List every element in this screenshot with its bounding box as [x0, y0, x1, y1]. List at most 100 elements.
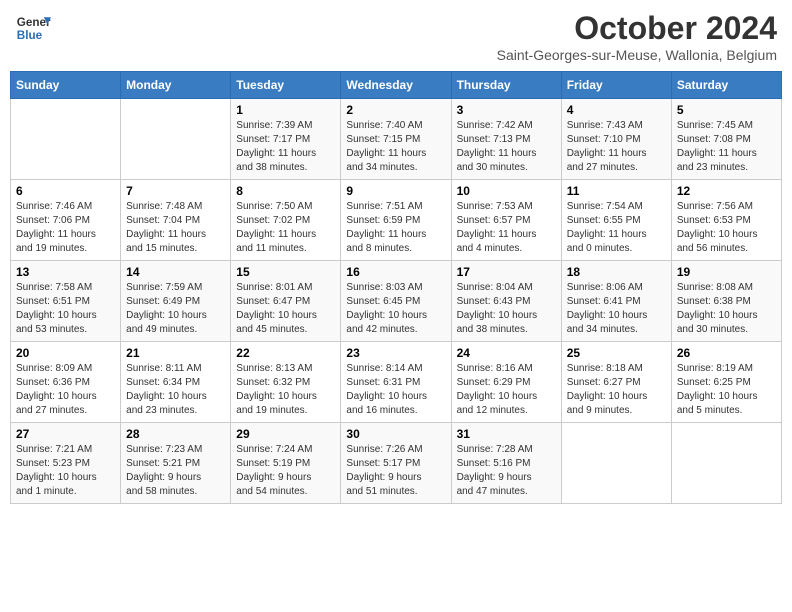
calendar-cell: 3 Sunrise: 7:42 AMSunset: 7:13 PMDaylight…	[451, 99, 561, 180]
logo: General Blue	[15, 10, 51, 46]
day-number: 27	[16, 427, 115, 441]
day-number: 28	[126, 427, 225, 441]
calendar-cell	[561, 423, 671, 504]
title-block: October 2024 Saint-Georges-sur-Meuse, Wa…	[497, 10, 777, 63]
day-info: Sunrise: 8:18 AMSunset: 6:27 PMDaylight:…	[567, 362, 666, 418]
day-info: Sunrise: 7:56 AMSunset: 6:53 PMDaylight:…	[677, 200, 776, 256]
day-number: 8	[236, 184, 335, 198]
day-number: 7	[126, 184, 225, 198]
calendar-table: SundayMondayTuesdayWednesdayThursdayFrid…	[10, 71, 782, 504]
calendar-week-row: 27Sunrise: 7:21 AMSunset: 5:23 PMDayligh…	[11, 423, 782, 504]
calendar-cell: 31Sunrise: 7:28 AMSunset: 5:16 PMDayligh…	[451, 423, 561, 504]
calendar-cell: 20Sunrise: 8:09 AMSunset: 6:36 PMDayligh…	[11, 342, 121, 423]
day-number: 2	[346, 103, 445, 117]
day-number: 21	[126, 346, 225, 360]
header: General Blue October 2024 Saint-Georges-…	[10, 10, 782, 63]
day-number: 12	[677, 184, 776, 198]
logo-icon: General Blue	[15, 10, 51, 46]
calendar-week-row: 13 Sunrise: 7:58 AMSunset: 6:51 PMDayligh…	[11, 261, 782, 342]
day-number: 25	[567, 346, 666, 360]
main-title: October 2024	[497, 10, 777, 47]
calendar-cell: 8Sunrise: 7:50 AMSunset: 7:02 PMDaylight…	[231, 180, 341, 261]
day-info: Sunrise: 7:54 AMSunset: 6:55 PMDaylight:…	[567, 200, 666, 256]
day-of-week-header: Thursday	[451, 72, 561, 99]
day-info: Sunrise: 7:53 AMSunset: 6:57 PMDaylight:…	[457, 200, 556, 256]
calendar-cell: 24Sunrise: 8:16 AMSunset: 6:29 PMDayligh…	[451, 342, 561, 423]
calendar-week-row: 1Sunrise: 7:39 AMSunset: 7:17 PMDaylight…	[11, 99, 782, 180]
day-number: 18	[567, 265, 666, 279]
day-of-week-header: Friday	[561, 72, 671, 99]
calendar-cell: 17 Sunrise: 8:04 AMSunset: 6:43 PMDayligh…	[451, 261, 561, 342]
calendar-cell	[671, 423, 781, 504]
calendar-cell: 9 Sunrise: 7:51 AMSunset: 6:59 PMDaylight…	[341, 180, 451, 261]
calendar-cell	[11, 99, 121, 180]
day-number: 30	[346, 427, 445, 441]
calendar-cell: 13 Sunrise: 7:58 AMSunset: 6:51 PMDayligh…	[11, 261, 121, 342]
day-info: Sunrise: 7:42 AMSunset: 7:13 PMDaylight:…	[457, 119, 556, 175]
day-number: 4	[567, 103, 666, 117]
day-info: Sunrise: 8:04 AMSunset: 6:43 PMDaylight:…	[457, 281, 556, 337]
day-of-week-header: Monday	[121, 72, 231, 99]
calendar-week-row: 6 Sunrise: 7:46 AMSunset: 7:06 PMDaylight…	[11, 180, 782, 261]
day-number: 29	[236, 427, 335, 441]
day-info: Sunrise: 7:45 AMSunset: 7:08 PMDaylight:…	[677, 119, 776, 175]
day-number: 15	[236, 265, 335, 279]
day-number: 17	[457, 265, 556, 279]
day-number: 10	[457, 184, 556, 198]
day-info: Sunrise: 7:23 AMSunset: 5:21 PMDaylight:…	[126, 443, 225, 499]
calendar-cell: 2 Sunrise: 7:40 AMSunset: 7:15 PMDaylight…	[341, 99, 451, 180]
day-info: Sunrise: 7:59 AMSunset: 6:49 PMDaylight:…	[126, 281, 225, 337]
day-number: 23	[346, 346, 445, 360]
day-info: Sunrise: 7:24 AMSunset: 5:19 PMDaylight:…	[236, 443, 335, 499]
calendar-cell: 21 Sunrise: 8:11 AMSunset: 6:34 PMDayligh…	[121, 342, 231, 423]
day-number: 1	[236, 103, 335, 117]
day-info: Sunrise: 8:13 AMSunset: 6:32 PMDaylight:…	[236, 362, 335, 418]
day-info: Sunrise: 8:14 AMSunset: 6:31 PMDaylight:…	[346, 362, 445, 418]
day-info: Sunrise: 8:08 AMSunset: 6:38 PMDaylight:…	[677, 281, 776, 337]
calendar-cell: 23 Sunrise: 8:14 AMSunset: 6:31 PMDayligh…	[341, 342, 451, 423]
day-info: Sunrise: 7:40 AMSunset: 7:15 PMDaylight:…	[346, 119, 445, 175]
day-info: Sunrise: 8:11 AMSunset: 6:34 PMDaylight:…	[126, 362, 225, 418]
day-number: 20	[16, 346, 115, 360]
day-of-week-header: Sunday	[11, 72, 121, 99]
day-number: 9	[346, 184, 445, 198]
day-of-week-header: Wednesday	[341, 72, 451, 99]
day-number: 5	[677, 103, 776, 117]
day-number: 16	[346, 265, 445, 279]
calendar-cell: 5 Sunrise: 7:45 AMSunset: 7:08 PMDaylight…	[671, 99, 781, 180]
calendar-body: 1Sunrise: 7:39 AMSunset: 7:17 PMDaylight…	[11, 99, 782, 504]
svg-text:Blue: Blue	[17, 29, 43, 42]
day-number: 26	[677, 346, 776, 360]
day-number: 11	[567, 184, 666, 198]
calendar-cell: 26Sunrise: 8:19 AMSunset: 6:25 PMDayligh…	[671, 342, 781, 423]
day-info: Sunrise: 7:58 AMSunset: 6:51 PMDaylight:…	[16, 281, 115, 337]
calendar-cell: 14 Sunrise: 7:59 AMSunset: 6:49 PMDayligh…	[121, 261, 231, 342]
calendar-cell: 1Sunrise: 7:39 AMSunset: 7:17 PMDaylight…	[231, 99, 341, 180]
day-info: Sunrise: 7:43 AMSunset: 7:10 PMDaylight:…	[567, 119, 666, 175]
calendar-cell: 25 Sunrise: 8:18 AMSunset: 6:27 PMDayligh…	[561, 342, 671, 423]
day-info: Sunrise: 7:46 AMSunset: 7:06 PMDaylight:…	[16, 200, 115, 256]
calendar-cell: 6 Sunrise: 7:46 AMSunset: 7:06 PMDaylight…	[11, 180, 121, 261]
day-info: Sunrise: 7:51 AMSunset: 6:59 PMDaylight:…	[346, 200, 445, 256]
calendar-header-row: SundayMondayTuesdayWednesdayThursdayFrid…	[11, 72, 782, 99]
calendar-cell: 27Sunrise: 7:21 AMSunset: 5:23 PMDayligh…	[11, 423, 121, 504]
day-number: 6	[16, 184, 115, 198]
day-of-week-header: Tuesday	[231, 72, 341, 99]
day-info: Sunrise: 8:06 AMSunset: 6:41 PMDaylight:…	[567, 281, 666, 337]
day-number: 14	[126, 265, 225, 279]
calendar-cell: 16Sunrise: 8:03 AMSunset: 6:45 PMDayligh…	[341, 261, 451, 342]
day-info: Sunrise: 7:48 AMSunset: 7:04 PMDaylight:…	[126, 200, 225, 256]
calendar-cell: 4 Sunrise: 7:43 AMSunset: 7:10 PMDaylight…	[561, 99, 671, 180]
day-info: Sunrise: 8:16 AMSunset: 6:29 PMDaylight:…	[457, 362, 556, 418]
day-number: 31	[457, 427, 556, 441]
day-number: 22	[236, 346, 335, 360]
calendar-cell: 19Sunrise: 8:08 AMSunset: 6:38 PMDayligh…	[671, 261, 781, 342]
calendar-cell: 28 Sunrise: 7:23 AMSunset: 5:21 PMDayligh…	[121, 423, 231, 504]
day-info: Sunrise: 7:26 AMSunset: 5:17 PMDaylight:…	[346, 443, 445, 499]
day-number: 3	[457, 103, 556, 117]
calendar-cell: 7 Sunrise: 7:48 AMSunset: 7:04 PMDaylight…	[121, 180, 231, 261]
calendar-week-row: 20Sunrise: 8:09 AMSunset: 6:36 PMDayligh…	[11, 342, 782, 423]
day-number: 13	[16, 265, 115, 279]
day-info: Sunrise: 8:01 AMSunset: 6:47 PMDaylight:…	[236, 281, 335, 337]
calendar-cell	[121, 99, 231, 180]
